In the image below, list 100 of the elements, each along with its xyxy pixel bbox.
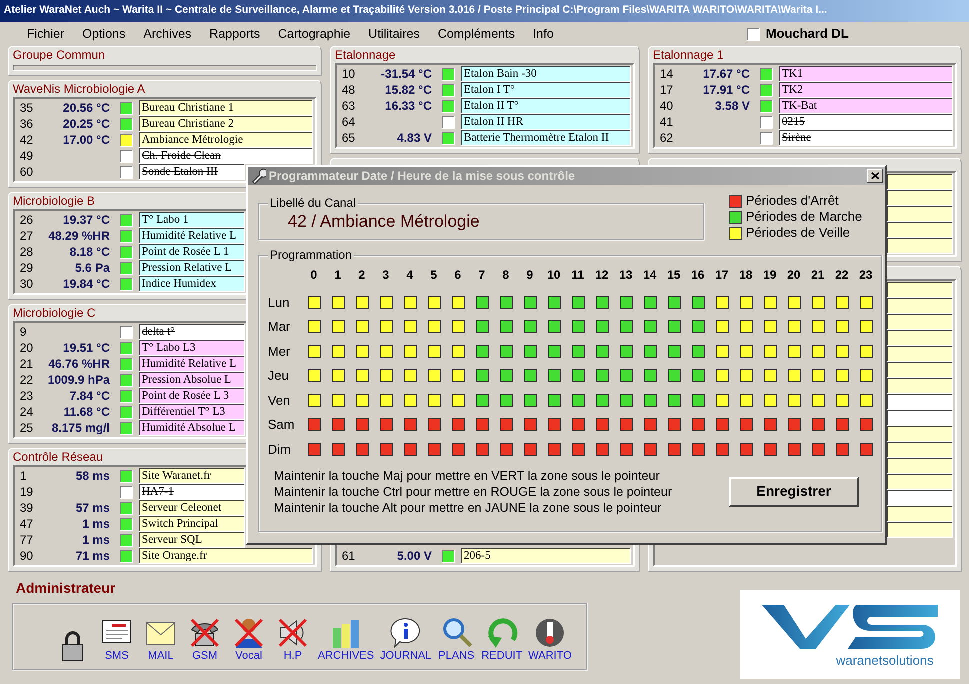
schedule-cell[interactable] (668, 344, 680, 358)
schedule-cell[interactable] (644, 442, 656, 456)
channel-label[interactable]: Etalon I T° (461, 82, 631, 98)
menu-item[interactable]: Fichier (20, 26, 72, 42)
channel-label[interactable]: 206-5 (461, 548, 631, 564)
schedule-cell[interactable] (788, 442, 800, 456)
toolbar-button[interactable]: GSM (186, 616, 224, 663)
schedule-cell[interactable] (452, 394, 464, 407)
schedule-cell[interactable] (836, 394, 848, 407)
channel-label[interactable]: Site Orange.fr (139, 548, 313, 564)
schedule-cell[interactable] (308, 369, 320, 382)
schedule-cell[interactable] (404, 394, 416, 407)
channel-label[interactable]: Etalon Bain -30 (461, 66, 631, 82)
schedule-cell[interactable] (764, 418, 776, 432)
save-button[interactable]: Enregistrer (729, 476, 859, 507)
schedule-cell[interactable] (860, 369, 872, 382)
schedule-cell[interactable] (716, 418, 728, 432)
schedule-cell[interactable] (380, 344, 392, 358)
schedule-cell[interactable] (356, 418, 368, 432)
schedule-cell[interactable] (596, 369, 608, 382)
channel-label[interactable]: Point de Rosée L 1 (139, 244, 245, 260)
schedule-cell[interactable] (644, 418, 656, 432)
channel-label[interactable]: Différentiel T° L3 (139, 404, 245, 420)
schedule-cell[interactable] (428, 296, 440, 309)
schedule-cell[interactable] (644, 369, 656, 382)
channel-label[interactable]: Switch Principal (139, 516, 245, 532)
schedule-cell[interactable] (692, 296, 704, 309)
schedule-cell[interactable] (380, 442, 392, 456)
channel-label[interactable]: T° Labo L3 (139, 340, 245, 356)
schedule-cell[interactable] (476, 369, 488, 382)
channel-label[interactable]: Bureau Christiane 1 (139, 100, 313, 116)
channel-label[interactable]: Etalon II HR (461, 114, 631, 130)
channel-label[interactable]: Ambiance Métrologie (139, 132, 313, 148)
schedule-cell[interactable] (836, 369, 848, 382)
schedule-cell[interactable] (332, 296, 344, 309)
channel-label[interactable]: TK-Bat (779, 98, 953, 114)
schedule-cell[interactable] (404, 442, 416, 456)
toolbar-button[interactable]: ARCHIVES (318, 616, 374, 663)
schedule-cell[interactable] (764, 394, 776, 407)
schedule-cell[interactable] (524, 296, 536, 309)
schedule-cell[interactable] (716, 320, 728, 334)
schedule-cell[interactable] (788, 296, 800, 309)
schedule-cell[interactable] (380, 320, 392, 334)
schedule-cell[interactable] (572, 320, 584, 334)
schedule-cell[interactable] (308, 394, 320, 407)
schedule-cell[interactable] (860, 394, 872, 407)
schedule-cell[interactable] (476, 344, 488, 358)
schedule-cell[interactable] (332, 418, 344, 432)
schedule-cell[interactable] (716, 442, 728, 456)
schedule-cell[interactable] (668, 442, 680, 456)
schedule-cell[interactable] (836, 320, 848, 334)
schedule-cell[interactable] (548, 442, 560, 456)
schedule-cell[interactable] (524, 442, 536, 456)
channel-label[interactable]: Humidité Absolue L (139, 420, 245, 436)
schedule-cell[interactable] (332, 369, 344, 382)
schedule-cell[interactable] (428, 344, 440, 358)
menu-item[interactable]: Options (76, 26, 133, 42)
schedule-cell[interactable] (524, 344, 536, 358)
schedule-cell[interactable] (860, 320, 872, 334)
schedule-cell[interactable] (812, 320, 824, 334)
channel-label[interactable]: Humidité Relative L (139, 228, 245, 244)
toolbar-button[interactable]: SMS (98, 616, 136, 663)
schedule-cell[interactable] (596, 344, 608, 358)
schedule-cell[interactable] (620, 442, 632, 456)
schedule-cell[interactable] (620, 418, 632, 432)
menu-item[interactable]: Cartographie (271, 26, 358, 42)
schedule-cell[interactable] (860, 442, 872, 456)
schedule-cell[interactable] (500, 296, 512, 309)
schedule-cell[interactable] (668, 320, 680, 334)
schedule-cell[interactable] (860, 344, 872, 358)
schedule-cell[interactable] (572, 442, 584, 456)
schedule-cell[interactable] (788, 369, 800, 382)
schedule-cell[interactable] (836, 296, 848, 309)
schedule-cell[interactable] (596, 394, 608, 407)
channel-label[interactable]: Indice Humidex (139, 276, 245, 292)
schedule-cell[interactable] (476, 418, 488, 432)
schedule-cell[interactable] (788, 344, 800, 358)
schedule-cell[interactable] (644, 394, 656, 407)
schedule-cell[interactable] (452, 442, 464, 456)
channel-label[interactable]: Pression Relative L (139, 260, 245, 276)
channel-label[interactable]: Point de Rosée L 3 (139, 388, 245, 404)
schedule-cell[interactable] (764, 442, 776, 456)
schedule-cell[interactable] (428, 442, 440, 456)
schedule-cell[interactable] (308, 442, 320, 456)
schedule-cell[interactable] (548, 394, 560, 407)
schedule-cell[interactable] (812, 394, 824, 407)
schedule-cell[interactable] (836, 418, 848, 432)
schedule-cell[interactable] (500, 369, 512, 382)
schedule-cell[interactable] (452, 320, 464, 334)
channel-label[interactable]: Site Waranet.fr (139, 468, 245, 484)
schedule-cell[interactable] (740, 320, 752, 334)
channel-label[interactable]: T° Labo 1 (139, 212, 245, 228)
channel-label[interactable]: Humidité Relative L (139, 356, 245, 372)
schedule-cell[interactable] (716, 344, 728, 358)
channel-label[interactable]: Serveur SQL (139, 532, 245, 548)
schedule-cell[interactable] (308, 344, 320, 358)
schedule-cell[interactable] (716, 394, 728, 407)
schedule-cell[interactable] (404, 344, 416, 358)
schedule-cell[interactable] (668, 418, 680, 432)
schedule-cell[interactable] (740, 344, 752, 358)
